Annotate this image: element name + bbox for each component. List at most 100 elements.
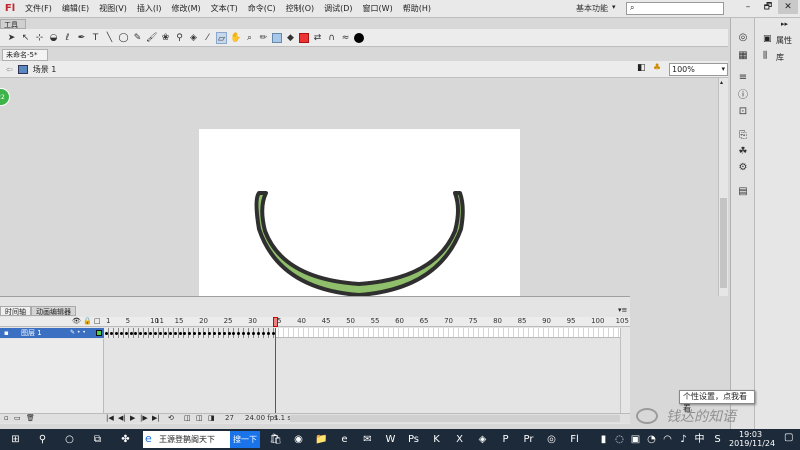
menu-window[interactable]: 窗口(W) [358,3,398,14]
edge-icon[interactable]: e [337,432,352,447]
stage-canvas[interactable] [199,129,520,296]
timeline-horizontal-scrollbar[interactable] [290,415,620,422]
back-arrow-icon[interactable]: ⇦ [6,65,13,74]
keyframe-dot[interactable] [134,332,138,335]
premiere-icon[interactable]: Pr [521,432,536,447]
app-tray-icon[interactable]: ▣ [628,432,643,447]
menu-text[interactable]: 文本(T) [206,3,243,14]
notification-badge[interactable]: 22 [0,88,10,106]
keyframe-dot[interactable] [109,332,113,335]
keyframe-dot[interactable] [183,332,187,335]
file-explorer-icon[interactable]: 📁 [314,432,329,447]
keyframe-dot[interactable] [139,332,143,335]
keyframe-span[interactable] [104,328,276,338]
network-icon[interactable]: ◔ [644,432,659,447]
layer-visibility-dots[interactable]: ✎ • • [70,328,86,338]
new-folder-icon[interactable]: ▭ [14,414,21,422]
cortana-icon[interactable]: ○ [62,432,77,447]
stage-vertical-scrollbar[interactable]: ▴ [718,78,728,296]
free-transform-tool-icon[interactable]: ⊹ [34,32,45,44]
onion-outline-icon[interactable]: ◫ [196,414,203,422]
motion-presets-icon[interactable]: ⚙ [737,162,749,174]
keyframe-dot[interactable] [124,332,128,335]
layer-outline-color[interactable] [96,330,102,336]
menu-control[interactable]: 控制(O) [281,3,320,14]
layer-row[interactable]: ▪ 图层 1 ✎ • • [0,328,104,338]
notification-icon[interactable]: ▢ [784,432,793,443]
play-icon[interactable]: ▶ [130,414,135,422]
layer-name[interactable]: 图层 1 [21,329,42,337]
keyframe-dot[interactable] [232,332,236,335]
restore-button[interactable]: 🗗 [758,0,778,14]
keyframe-dot[interactable] [173,332,177,335]
arc-shape[interactable] [254,191,465,296]
fill-color-swatch[interactable] [299,32,309,43]
keyframe-dot[interactable] [198,332,202,335]
keyframe-dot[interactable] [247,332,251,335]
new-layer-icon[interactable]: ▫ [4,414,9,422]
stage-area[interactable]: 22 [0,78,718,296]
chrome-icon[interactable]: ◉ [291,432,306,447]
brush-tool-icon[interactable]: 🖌 [146,32,157,44]
components-icon[interactable]: ☘ [737,146,749,158]
collapse-icon[interactable]: ▸▸ [781,20,788,28]
keyframe-dot[interactable] [114,332,118,335]
lock-icon[interactable]: 🔒 [83,317,92,325]
workspace-switcher[interactable]: 基本功能 [576,3,608,14]
document-tab[interactable]: 未命名-5* × [2,49,48,70]
volume-icon[interactable]: ♪ [676,432,691,447]
menu-help[interactable]: 帮助(H) [398,3,436,14]
keyframe-dot[interactable] [227,332,231,335]
excel-icon[interactable]: X [452,432,467,447]
keyframe-dot[interactable] [261,332,265,335]
close-button[interactable]: ✕ [778,0,798,14]
kugou-icon[interactable]: K [429,432,444,447]
hand-tool-icon[interactable]: ✋ [230,32,241,44]
edit-multiple-icon[interactable]: ◨ [208,414,215,422]
photoshop-icon[interactable]: Ps [406,432,421,447]
task-view-icon[interactable]: ⧉ [90,432,105,447]
keyframe-dot[interactable] [193,332,197,335]
menu-file[interactable]: 文件(F) [20,3,57,14]
frame-rate[interactable]: 24.00 fps [245,414,278,422]
timeline-vertical-scrollbar[interactable] [620,328,630,413]
eye-icon[interactable]: 👁 [72,317,81,325]
snap-to-objects-icon[interactable]: ∩ [326,32,337,44]
lasso-tool-icon[interactable]: ℓ [62,32,73,44]
keyframe-dot[interactable] [188,332,192,335]
keyframe-dot[interactable] [203,332,206,335]
fill-bucket-icon[interactable]: ◆ [285,32,296,44]
color-panel-icon[interactable]: ◎ [737,32,749,44]
tab-motion-editor[interactable]: 动画编辑器 [31,306,76,316]
menu-edit[interactable]: 编辑(E) [57,3,94,14]
oval-tool-icon[interactable]: ◯ [118,32,129,44]
pen-tool-icon[interactable]: ✒ [76,32,87,44]
taskbar-search-input[interactable]: e 王源登鹊阁天下 [143,431,230,448]
deco-tool-icon[interactable]: ❀ [160,32,171,44]
properties-panel-tab[interactable]: 属性 [776,35,792,46]
keyframe-dot[interactable] [222,332,226,335]
frame-ruler[interactable]: 1510152025303540455055606570758085909510… [104,317,629,327]
keyframe-dot[interactable] [163,332,167,335]
history-panel-icon[interactable]: ▤ [737,186,749,198]
search-icon[interactable]: ⚲ [35,432,50,447]
delete-layer-icon[interactable]: 🗑 [26,414,35,422]
keyframe-dot[interactable] [212,332,216,335]
sogou-icon[interactable]: S [710,432,725,447]
chevron-down-icon[interactable]: ▾ [612,3,616,11]
pencil-tool-icon[interactable]: ✎ [132,32,143,44]
library-icon[interactable]: ⫼ [763,51,767,61]
eraser-tool-icon[interactable]: ▱ [216,31,227,44]
keyframe-dot[interactable] [217,332,221,335]
keyframe-dot[interactable] [105,332,108,335]
align-panel-icon[interactable]: ≡ [737,72,749,84]
keyframe-dot[interactable] [266,332,270,335]
step-forward-icon[interactable]: |▶ [140,414,148,422]
flash-icon[interactable]: Fl [567,432,582,447]
input-method-icon[interactable]: 中 [692,432,707,447]
object-drawing-icon[interactable] [354,32,364,43]
selection-tool-icon[interactable]: ➤ [6,32,17,44]
code-snippets-icon[interactable]: ⎘ [737,130,749,142]
eyedropper-tool-icon[interactable]: ⁄ [202,32,213,44]
keyframe-dot[interactable] [242,332,246,335]
